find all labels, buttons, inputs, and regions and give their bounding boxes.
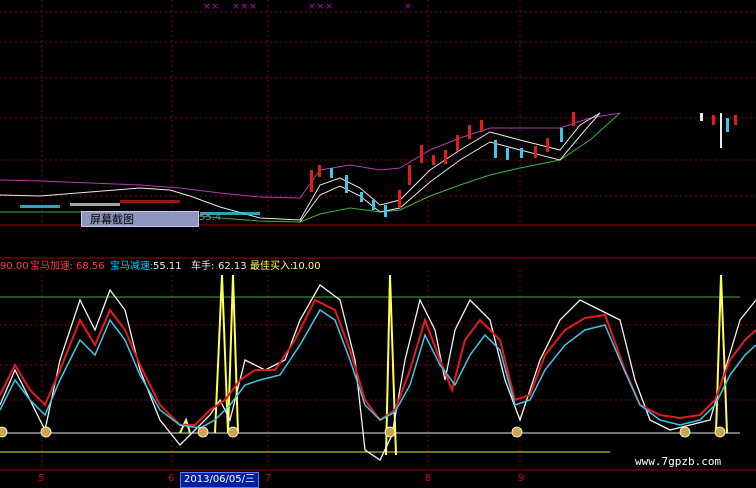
x-tick: 5	[38, 473, 45, 484]
x-tick: 7	[265, 473, 272, 484]
stock-chart-canvas	[0, 0, 756, 471]
tooltip-tail-value: 55.4	[199, 212, 222, 223]
top-mark: ×	[404, 2, 413, 12]
indicator-first-value: 90.00	[0, 261, 29, 272]
driver-label: 车手:	[191, 261, 215, 272]
ma-white-line-2	[299, 112, 601, 223]
top-mark: ×××	[308, 2, 334, 12]
upper-grid	[0, 11, 756, 197]
top-mark: ××	[203, 2, 221, 12]
decel-value: 55.11	[153, 261, 182, 272]
candlesticks	[20, 112, 737, 217]
x-tick: 9	[518, 473, 525, 484]
decel-label: 宝马减速:	[110, 261, 154, 272]
driver-line	[0, 284, 756, 461]
driver-value: 62.13	[218, 261, 247, 272]
decel-line	[0, 308, 756, 429]
accel-value: 68.56	[76, 261, 105, 272]
lower-grid	[0, 324, 756, 401]
accel-label: 宝马加速:	[30, 261, 74, 272]
buy-spikes	[179, 274, 728, 456]
screenshot-tooltip[interactable]: 屏幕截图	[81, 211, 199, 227]
x-tick: 6	[168, 473, 175, 484]
buy-label: 最佳买入:	[250, 261, 294, 272]
watermark: www.7gpzb.com	[635, 455, 722, 468]
x-tick: 8	[425, 473, 432, 484]
crosshair-date-box: 2013/06/05/三	[180, 472, 260, 488]
buy-value: 10.00	[292, 261, 321, 272]
top-mark: ×××	[232, 2, 258, 12]
